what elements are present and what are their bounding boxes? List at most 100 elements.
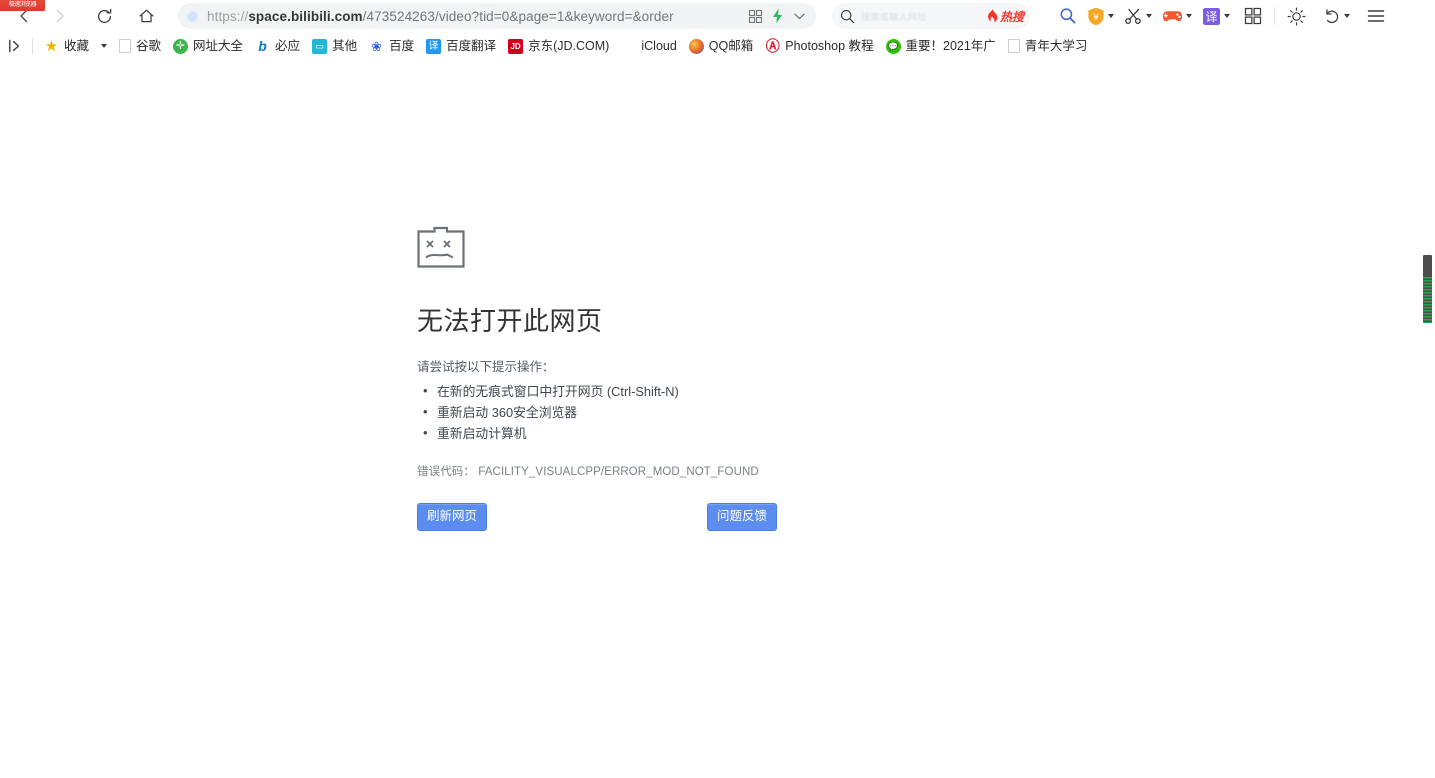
bookmark-label: 其他 <box>332 37 357 56</box>
browser-toolbar: 极速浏览器 https://space.bilibili.co <box>0 0 1435 33</box>
bookmark-label: 收藏 <box>64 37 89 56</box>
bookmark-google[interactable]: 谷歌 <box>113 35 167 58</box>
error-suggestions: 在新的无痕式窗口中打开网页 (Ctrl-Shift-N) 重新启动 360安全浏… <box>421 381 1117 444</box>
gamepad-icon <box>1162 8 1183 24</box>
forward-arrow-icon <box>51 7 69 25</box>
url-host: space.bilibili.com <box>248 9 362 24</box>
address-bar[interactable]: https://space.bilibili.com/473524263/vid… <box>178 3 816 29</box>
bookmark-hao360[interactable]: ✛ 网址大全 <box>167 35 249 58</box>
error-title: 无法打开此网页 <box>417 301 1117 338</box>
error-code: 错误代码： FACILITY_VISUALCPP/ERROR_MOD_NOT_F… <box>417 463 1117 479</box>
toolbar-divider <box>1274 7 1275 25</box>
screenshot-tool[interactable] <box>1119 0 1157 33</box>
error-page: 无法打开此网页 请尝试按以下提示操作： 在新的无痕式窗口中打开网页 (Ctrl-… <box>417 224 1117 531</box>
svg-text:译: 译 <box>1205 10 1217 24</box>
refresh-page-button[interactable]: 刷新网页 <box>417 503 487 531</box>
page-icon <box>119 39 131 53</box>
scrollbar-thumb-stripes <box>1423 277 1432 323</box>
bookmarks-panel-button[interactable] <box>4 37 27 55</box>
apple-icon <box>621 39 636 54</box>
bookmark-icloud[interactable]: iCloud <box>615 35 682 58</box>
bookmark-label: QQ邮箱 <box>709 37 753 56</box>
reload-button[interactable] <box>86 0 122 33</box>
qrcode-button[interactable] <box>744 3 766 29</box>
bookmark-jd[interactable]: JD 京东(JD.COM) <box>502 35 615 58</box>
undo-icon <box>1322 8 1341 25</box>
jd-icon: JD <box>508 39 523 54</box>
url-text[interactable]: https://space.bilibili.com/473524263/vid… <box>207 9 744 24</box>
feedback-button[interactable]: 问题反馈 <box>707 503 777 531</box>
search-box[interactable]: 搜索或输入网址 热搜 <box>832 3 1030 29</box>
bookmark-baidu[interactable]: ❀ 百度 <box>363 35 420 58</box>
bookmark-favorites[interactable]: ★ 收藏 <box>38 35 113 58</box>
search-input[interactable]: 搜索或输入网址 <box>861 10 986 23</box>
forward-button[interactable] <box>42 0 78 33</box>
home-button[interactable] <box>128 0 164 33</box>
qqmail-icon <box>689 39 704 54</box>
home-icon <box>137 7 156 26</box>
bookmark-photoshop[interactable]: Ⓐ Photoshop 教程 <box>759 35 879 58</box>
shield-yen-icon: ¥ <box>1087 7 1105 26</box>
menu-tool[interactable] <box>1361 0 1391 33</box>
error-subtitle: 请尝试按以下提示操作： <box>417 356 1117 375</box>
lightning-icon <box>771 8 784 24</box>
magnifier-icon <box>1059 7 1077 25</box>
svg-text:¥: ¥ <box>1093 13 1099 23</box>
qrcode-icon <box>749 10 762 23</box>
restore-caret-icon[interactable] <box>1344 14 1350 18</box>
hot-search-button[interactable]: 热搜 <box>986 8 1026 25</box>
apps-tool[interactable] <box>1239 0 1267 33</box>
url-path: /473524263/video?tid=0&page=1&keyword=&o… <box>363 9 674 24</box>
page-content: 无法打开此网页 请尝试按以下提示操作： 在新的无痕式窗口中打开网页 (Ctrl-… <box>0 61 1435 778</box>
bookmarks-divider <box>32 38 33 54</box>
page-icon <box>1008 39 1020 53</box>
bookmarks-bar: ★ 收藏 谷歌 ✛ 网址大全 b 必应 ▭ 其他 ❀ 百度 译 百度翻译 <box>0 33 1435 60</box>
bookmarks-panel-icon <box>8 39 23 53</box>
favorites-caret-icon[interactable] <box>101 44 107 48</box>
url-scheme: https:// <box>207 9 248 24</box>
brightness-tool[interactable] <box>1282 0 1311 33</box>
bookmark-baidu-translate[interactable]: 译 百度翻译 <box>420 35 502 58</box>
game-tool[interactable] <box>1157 0 1197 33</box>
bookmark-qqmail[interactable]: QQ邮箱 <box>683 35 759 58</box>
translate-tool[interactable]: 译 <box>1197 0 1235 33</box>
translate-caret-icon[interactable] <box>1224 14 1230 18</box>
restore-tool[interactable] <box>1317 0 1355 33</box>
bookmark-label: Photoshop 教程 <box>785 37 873 56</box>
wechat-icon: 💬 <box>886 39 901 54</box>
folder-cyan-icon: ▭ <box>312 39 327 54</box>
hamburger-icon <box>1366 8 1386 24</box>
bing-b-icon: b <box>255 39 270 54</box>
bookmark-label: 必应 <box>275 37 300 56</box>
shield-caret-icon[interactable] <box>1108 14 1114 18</box>
site-info-icon[interactable] <box>186 10 199 23</box>
toolbar-tools: ¥ <box>1046 0 1391 33</box>
star-icon: ★ <box>44 39 59 54</box>
baidu-paw-icon: ❀ <box>369 39 384 54</box>
page-scrollbar[interactable] <box>1420 61 1435 778</box>
chevron-down-icon <box>793 12 806 21</box>
screenshot-caret-icon[interactable] <box>1146 14 1152 18</box>
bookmark-youth-study[interactable]: 青年大学习 <box>1002 35 1094 58</box>
magnifier-tool[interactable] <box>1054 0 1082 33</box>
speed-button[interactable] <box>766 3 788 29</box>
scrollbar-thumb[interactable] <box>1423 255 1432 323</box>
shield-tool[interactable]: ¥ <box>1082 0 1119 33</box>
bookmark-label: 谷歌 <box>136 37 161 56</box>
address-dropdown-button[interactable] <box>788 3 810 29</box>
suggestion-item: 重新启动 360安全浏览器 <box>421 402 1117 423</box>
bookmark-important-2021[interactable]: 💬 重要！2021年广 <box>880 35 1002 58</box>
bookmark-label: 网址大全 <box>193 37 243 56</box>
game-caret-icon[interactable] <box>1186 14 1192 18</box>
corner-badge: 极速浏览器 <box>0 0 45 11</box>
suggestion-item: 在新的无痕式窗口中打开网页 (Ctrl-Shift-N) <box>421 381 1117 402</box>
grid-apps-icon <box>1244 7 1262 25</box>
bookmark-other[interactable]: ▭ 其他 <box>306 35 363 58</box>
bookmark-label: 青年大学习 <box>1025 37 1088 56</box>
bookmark-label: 京东(JD.COM) <box>528 37 609 56</box>
reload-icon <box>95 7 114 26</box>
translate-blue-icon: 译 <box>426 39 441 54</box>
flame-icon <box>986 9 999 23</box>
bookmark-label: iCloud <box>641 37 676 56</box>
bookmark-bing[interactable]: b 必应 <box>249 35 306 58</box>
